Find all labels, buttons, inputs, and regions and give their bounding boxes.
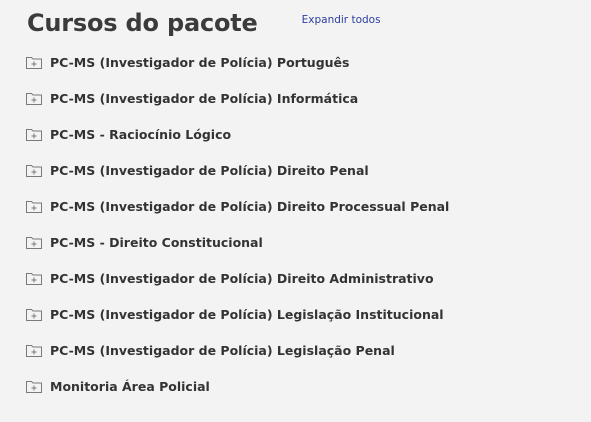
course-item[interactable]: PC-MS (Investigador de Polícia) Legislaç… <box>26 296 586 332</box>
course-item[interactable]: PC-MS (Investigador de Polícia) Direito … <box>26 152 586 188</box>
panel-header: Cursos do pacote Expandir todos <box>27 7 381 39</box>
folder-plus-icon <box>26 308 42 321</box>
course-item[interactable]: PC-MS (Investigador de Polícia) Legislaç… <box>26 332 586 368</box>
folder-plus-icon <box>26 128 42 141</box>
course-list: PC-MS (Investigador de Polícia) Portuguê… <box>26 44 586 404</box>
course-item[interactable]: PC-MS (Investigador de Polícia) Direito … <box>26 260 586 296</box>
course-item[interactable]: PC-MS - Direito Constitucional <box>26 224 586 260</box>
course-package-panel: Cursos do pacote Expandir todos PC-MS (I… <box>0 0 591 422</box>
folder-plus-icon <box>26 92 42 105</box>
course-item[interactable]: PC-MS - Raciocínio Lógico <box>26 116 586 152</box>
course-label: PC-MS - Direito Constitucional <box>50 234 263 250</box>
folder-plus-icon <box>26 164 42 177</box>
folder-plus-icon <box>26 200 42 213</box>
folder-plus-icon <box>26 236 42 249</box>
folder-plus-icon <box>26 56 42 69</box>
course-label: PC-MS (Investigador de Polícia) Direito … <box>50 270 434 286</box>
course-label: PC-MS (Investigador de Polícia) Portuguê… <box>50 54 350 70</box>
course-item[interactable]: PC-MS (Investigador de Polícia) Informát… <box>26 80 586 116</box>
course-label: PC-MS - Raciocínio Lógico <box>50 126 232 142</box>
folder-plus-icon <box>26 344 42 357</box>
folder-plus-icon <box>26 272 42 285</box>
course-label: PC-MS (Investigador de Polícia) Direito … <box>50 198 450 214</box>
course-label: PC-MS (Investigador de Polícia) Informát… <box>50 90 359 106</box>
course-label: Monitoria Área Policial <box>50 378 210 394</box>
course-item[interactable]: Monitoria Área Policial <box>26 368 586 404</box>
page-title: Cursos do pacote <box>27 9 258 37</box>
course-label: PC-MS (Investigador de Polícia) Direito … <box>50 162 369 178</box>
course-label: PC-MS (Investigador de Polícia) Legislaç… <box>50 306 444 322</box>
course-item[interactable]: PC-MS (Investigador de Polícia) Portuguê… <box>26 44 586 80</box>
course-label: PC-MS (Investigador de Polícia) Legislaç… <box>50 342 395 358</box>
course-item[interactable]: PC-MS (Investigador de Polícia) Direito … <box>26 188 586 224</box>
expand-all-link[interactable]: Expandir todos <box>302 14 381 26</box>
folder-plus-icon <box>26 380 42 393</box>
